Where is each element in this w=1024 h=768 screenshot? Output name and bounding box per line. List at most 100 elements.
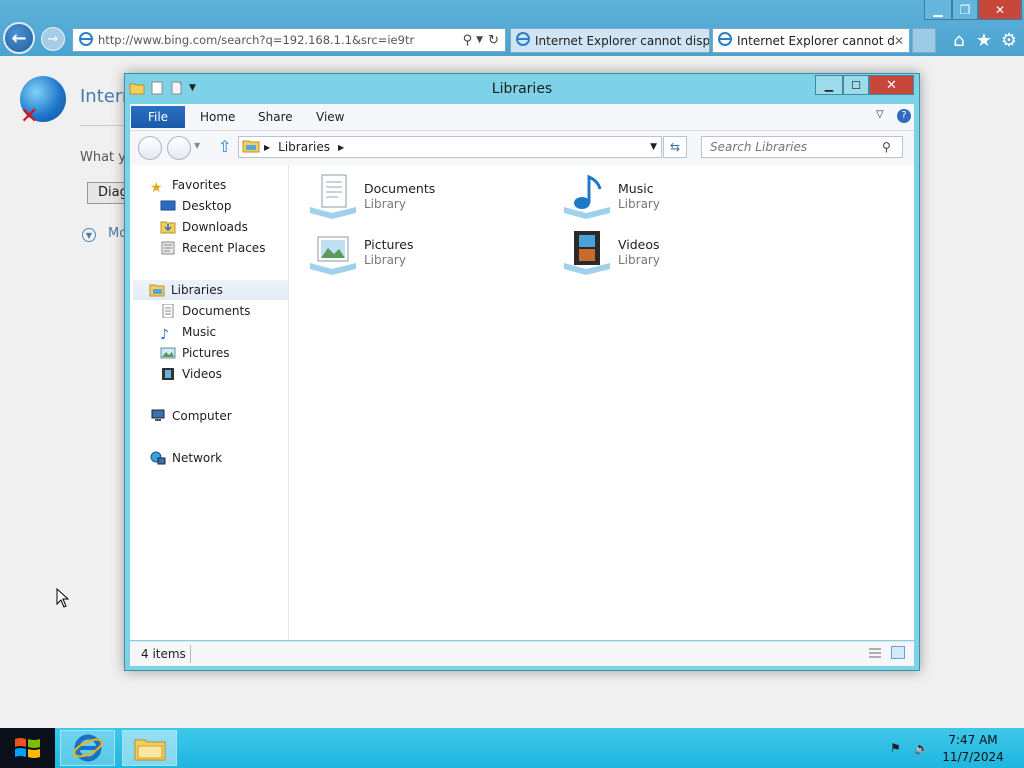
home-icon[interactable]: ⌂ (948, 29, 970, 51)
chevron-down-icon[interactable]: ▼ (82, 228, 96, 242)
nav-downloads[interactable]: Downloads (160, 217, 248, 237)
new-folder-icon[interactable] (169, 80, 185, 96)
close-button[interactable]: ✕ (869, 75, 914, 95)
folder-icon[interactable] (129, 80, 145, 96)
library-music[interactable]: Music Library (562, 173, 782, 223)
recent-places-icon (160, 241, 176, 255)
expand-ribbon-icon[interactable]: ▽ (876, 109, 884, 120)
address-bar[interactable]: ▶ Libraries ▶ ▼ (238, 136, 662, 158)
library-name: Pictures (364, 237, 414, 252)
library-videos[interactable]: Videos Library (562, 229, 782, 279)
library-documents[interactable]: Documents Library (308, 173, 528, 223)
nav-computer-label: Computer (172, 409, 232, 423)
ie-back-button[interactable]: ← (3, 22, 35, 54)
help-icon[interactable]: ? (897, 109, 911, 123)
forward-button[interactable] (167, 136, 191, 160)
nav-desktop-label: Desktop (182, 199, 232, 213)
address-dropdown-icon[interactable]: ▼ (650, 142, 657, 152)
nav-pictures[interactable]: Pictures (160, 343, 230, 363)
breadcrumb-chevron-icon[interactable]: ▶ (264, 143, 270, 152)
nav-favorites[interactable]: ★ Favorites (150, 175, 227, 196)
clock-time[interactable]: 7:47 AM (940, 733, 1006, 747)
nav-favorites-label: Favorites (172, 178, 227, 192)
search-icon[interactable]: ⚲ (463, 33, 473, 48)
taskbar-internet-explorer[interactable] (60, 730, 115, 766)
ie-tab-1[interactable]: Internet Explorer cannot displa... (510, 28, 710, 53)
nav-network[interactable]: Network (150, 448, 222, 468)
maximize-button[interactable]: ☐ (843, 75, 869, 95)
taskbar: ⚑ 🔈 7:47 AM 11/7/2024 (0, 728, 1024, 768)
ie-address-url[interactable]: http://www.bing.com/search?q=192.168.1.1… (98, 33, 463, 47)
tab-view[interactable]: View (316, 106, 344, 128)
customize-dropdown-icon[interactable]: ▼ (189, 83, 196, 93)
nav-recent-places-label: Recent Places (182, 241, 266, 255)
library-name: Documents (364, 181, 436, 196)
pictures-library-icon (310, 236, 356, 275)
back-arrow-icon: ← (11, 27, 27, 49)
taskbar-file-explorer[interactable] (122, 730, 177, 766)
ie-minimize-button[interactable]: ▁ (924, 0, 952, 20)
minimize-button[interactable]: ▁ (815, 75, 843, 95)
back-button[interactable] (138, 136, 162, 160)
refresh-icon[interactable]: ↻ (488, 33, 499, 48)
properties-icon[interactable] (149, 80, 165, 96)
large-icons-view-icon[interactable] (891, 646, 905, 659)
breadcrumb-libraries[interactable]: Libraries (278, 140, 330, 154)
gear-icon[interactable]: ⚙ (998, 29, 1020, 51)
navigation-bar: ▼ ⇧ ▶ Libraries ▶ ▼ ⇆ ⚲ (130, 131, 914, 165)
refresh-button[interactable]: ⇆ (663, 136, 687, 158)
nav-computer[interactable]: Computer (150, 406, 232, 426)
window-title: Libraries (491, 81, 553, 97)
dropdown-icon[interactable]: ▼ (476, 35, 483, 45)
ie-forward-button[interactable]: → (41, 27, 65, 51)
star-icon: ★ (150, 180, 163, 196)
ie-new-tab-button[interactable] (912, 28, 936, 53)
explorer-body: ★ Favorites Desktop Downloads Recent Pla… (130, 165, 914, 640)
ie-tab-2[interactable]: Internet Explorer cannot dis... ✕ (712, 28, 910, 53)
recent-locations-dropdown-icon[interactable]: ▼ (194, 141, 200, 150)
library-type: Library (364, 197, 406, 211)
status-bar: 4 items (130, 641, 914, 666)
ie-close-button[interactable]: ✕ (978, 0, 1022, 20)
nav-recent-places[interactable]: Recent Places (160, 238, 265, 258)
libraries-icon (149, 283, 165, 297)
details-view-icon[interactable] (868, 647, 882, 659)
volume-muted-icon[interactable]: 🔈 (914, 741, 932, 757)
nav-desktop[interactable]: Desktop (160, 196, 232, 216)
libraries-icon (242, 139, 260, 156)
search-box[interactable]: ⚲ (701, 136, 903, 158)
ie-restore-button[interactable]: ❐ (952, 0, 978, 20)
favorites-star-icon[interactable]: ★ (973, 29, 995, 51)
ie-address-bar[interactable]: http://www.bing.com/search?q=192.168.1.1… (72, 28, 506, 52)
ie-tab-close-icon[interactable]: ✕ (894, 34, 904, 48)
breadcrumb-chevron-icon[interactable]: ▶ (338, 143, 344, 152)
tab-file[interactable]: File (131, 106, 185, 128)
search-input[interactable] (708, 139, 882, 155)
error-x-icon: ✕ (20, 104, 39, 129)
nav-videos[interactable]: Videos (160, 364, 222, 384)
downloads-icon (160, 220, 176, 234)
music-note-icon: ♪ (160, 327, 169, 343)
picture-icon (160, 346, 176, 360)
internet-explorer-icon (73, 734, 103, 762)
nav-documents[interactable]: Documents (160, 301, 250, 321)
tab-home[interactable]: Home (200, 106, 235, 128)
nav-libraries[interactable]: Libraries (133, 280, 288, 300)
file-explorer-icon (134, 739, 166, 761)
nav-libraries-label: Libraries (171, 283, 223, 297)
ie-tab-icon (717, 31, 733, 50)
status-separator (190, 645, 191, 663)
clock-date[interactable]: 11/7/2024 (940, 750, 1006, 764)
search-icon[interactable]: ⚲ (882, 140, 891, 154)
nav-network-label: Network (172, 451, 223, 465)
start-button[interactable] (0, 728, 55, 768)
action-center-flag-icon[interactable]: ⚑ (890, 741, 906, 757)
music-library-icon (564, 174, 610, 219)
library-name: Videos (618, 237, 660, 252)
up-arrow-icon[interactable]: ⇧ (218, 137, 231, 156)
nav-music[interactable]: ♪ Music (160, 322, 216, 343)
tab-share[interactable]: Share (258, 106, 293, 128)
ie-tab-2-label: Internet Explorer cannot dis... (737, 33, 894, 48)
quick-access-toolbar: ▼ (129, 80, 196, 96)
library-pictures[interactable]: Pictures Library (308, 229, 528, 279)
